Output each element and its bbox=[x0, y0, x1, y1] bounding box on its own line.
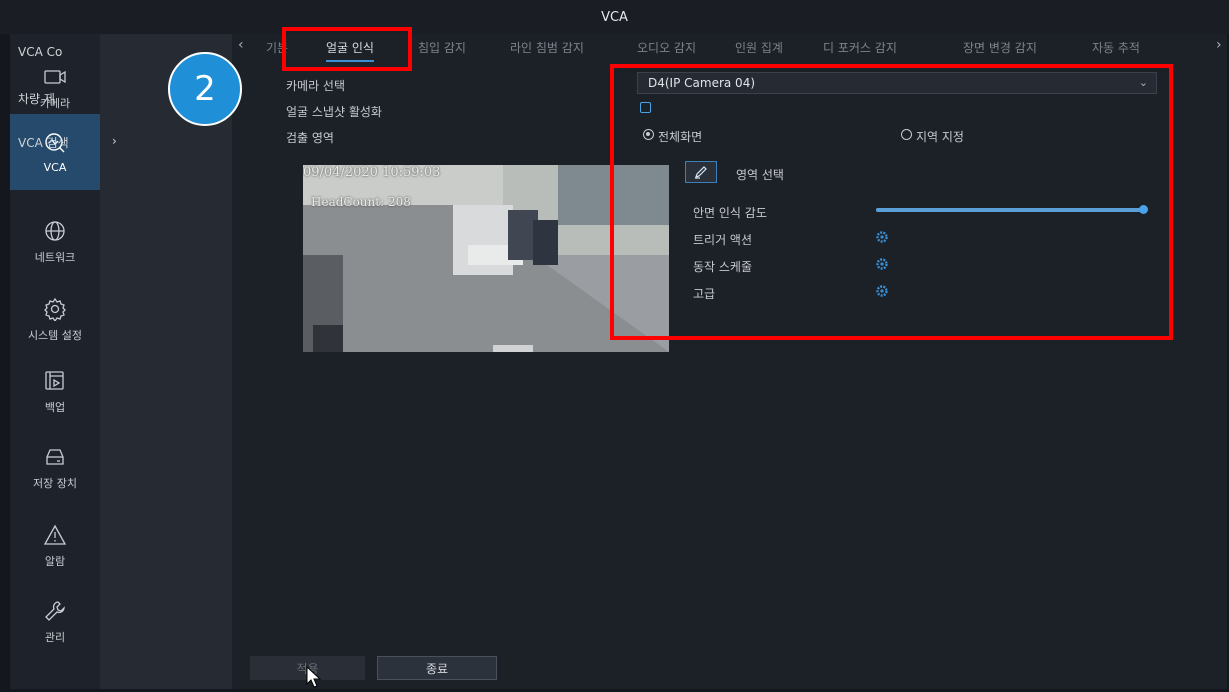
rail-item-alarm[interactable]: 알람 bbox=[10, 508, 100, 584]
backup-icon bbox=[45, 371, 64, 390]
rail-label-alarm: 알람 bbox=[44, 555, 66, 568]
exit-button[interactable]: 종료 bbox=[377, 656, 497, 680]
chevron-right-icon: › bbox=[112, 134, 117, 148]
window-title: VCA bbox=[0, 0, 1229, 34]
step-badge: 2 bbox=[168, 52, 242, 126]
left-rail: 카메라 VCA 네트워크 시스템 설정 백업 저장 장치 알람 관리 bbox=[10, 34, 100, 689]
tab-scroll-left-icon[interactable]: ‹ bbox=[238, 37, 244, 53]
storage-icon bbox=[46, 449, 64, 465]
highlight-box-tab bbox=[282, 27, 412, 71]
alarm-icon bbox=[43, 524, 67, 545]
tab-auto-track[interactable]: 자동 추적 bbox=[1092, 39, 1140, 56]
preview-timestamp: 09/04/2020 10:59:03 bbox=[303, 165, 441, 180]
subnav-item-vehicle[interactable]: 차량 제 bbox=[18, 90, 55, 107]
subnav-label: VCA Co bbox=[18, 45, 63, 59]
tab-scroll-right-icon[interactable]: › bbox=[1216, 37, 1222, 53]
rail-label-manage: 관리 bbox=[44, 631, 66, 644]
rail-item-network[interactable]: 네트워크 bbox=[10, 204, 100, 280]
rail-item-backup[interactable]: 백업 bbox=[10, 354, 100, 430]
rail-label-backup: 백업 bbox=[44, 401, 66, 414]
rail-item-system[interactable]: 시스템 설정 bbox=[10, 282, 100, 358]
tab-defocus[interactable]: 디 포커스 감지 bbox=[823, 39, 897, 56]
tab-line-crossing[interactable]: 라인 침범 감지 bbox=[510, 39, 584, 56]
mouse-cursor-icon bbox=[306, 666, 322, 688]
rail-label-storage: 저장 장치 bbox=[33, 477, 77, 490]
subnav-label: 차량 제 bbox=[18, 92, 55, 106]
rail-item-manage[interactable]: 관리 bbox=[10, 584, 100, 660]
tab-scene-change[interactable]: 장면 변경 감지 bbox=[963, 39, 1037, 56]
subnav-item-vca-config[interactable]: VCA Co bbox=[18, 45, 62, 59]
subnav-item-vca-search[interactable]: VCA 검색 › bbox=[18, 134, 117, 151]
preview-headcount: HeadCount: 208 bbox=[311, 195, 411, 209]
wrench-icon bbox=[45, 601, 65, 621]
subnav-label: VCA 검색 bbox=[18, 136, 69, 150]
rail-item-vca[interactable]: VCA bbox=[10, 114, 100, 190]
sub-nav bbox=[100, 34, 232, 689]
camera-select-label: 카메라 선택 bbox=[286, 79, 346, 93]
camera-icon bbox=[44, 70, 66, 84]
detect-area-label: 검출 영역 bbox=[286, 131, 334, 145]
tab-audio[interactable]: 오디오 감지 bbox=[637, 39, 696, 56]
rail-label-vca: VCA bbox=[43, 160, 67, 174]
rail-item-storage[interactable]: 저장 장치 bbox=[10, 430, 100, 506]
gear-icon bbox=[44, 297, 66, 321]
rail-label-network: 네트워크 bbox=[34, 251, 76, 264]
snapshot-enable-label: 얼굴 스냅샷 활성화 bbox=[286, 105, 382, 119]
highlight-box-settings bbox=[610, 64, 1173, 340]
rail-label-system: 시스템 설정 bbox=[27, 329, 83, 342]
tab-intrusion[interactable]: 침입 감지 bbox=[418, 39, 466, 56]
globe-icon bbox=[45, 221, 65, 241]
tab-people-count[interactable]: 인원 집계 bbox=[735, 39, 783, 56]
